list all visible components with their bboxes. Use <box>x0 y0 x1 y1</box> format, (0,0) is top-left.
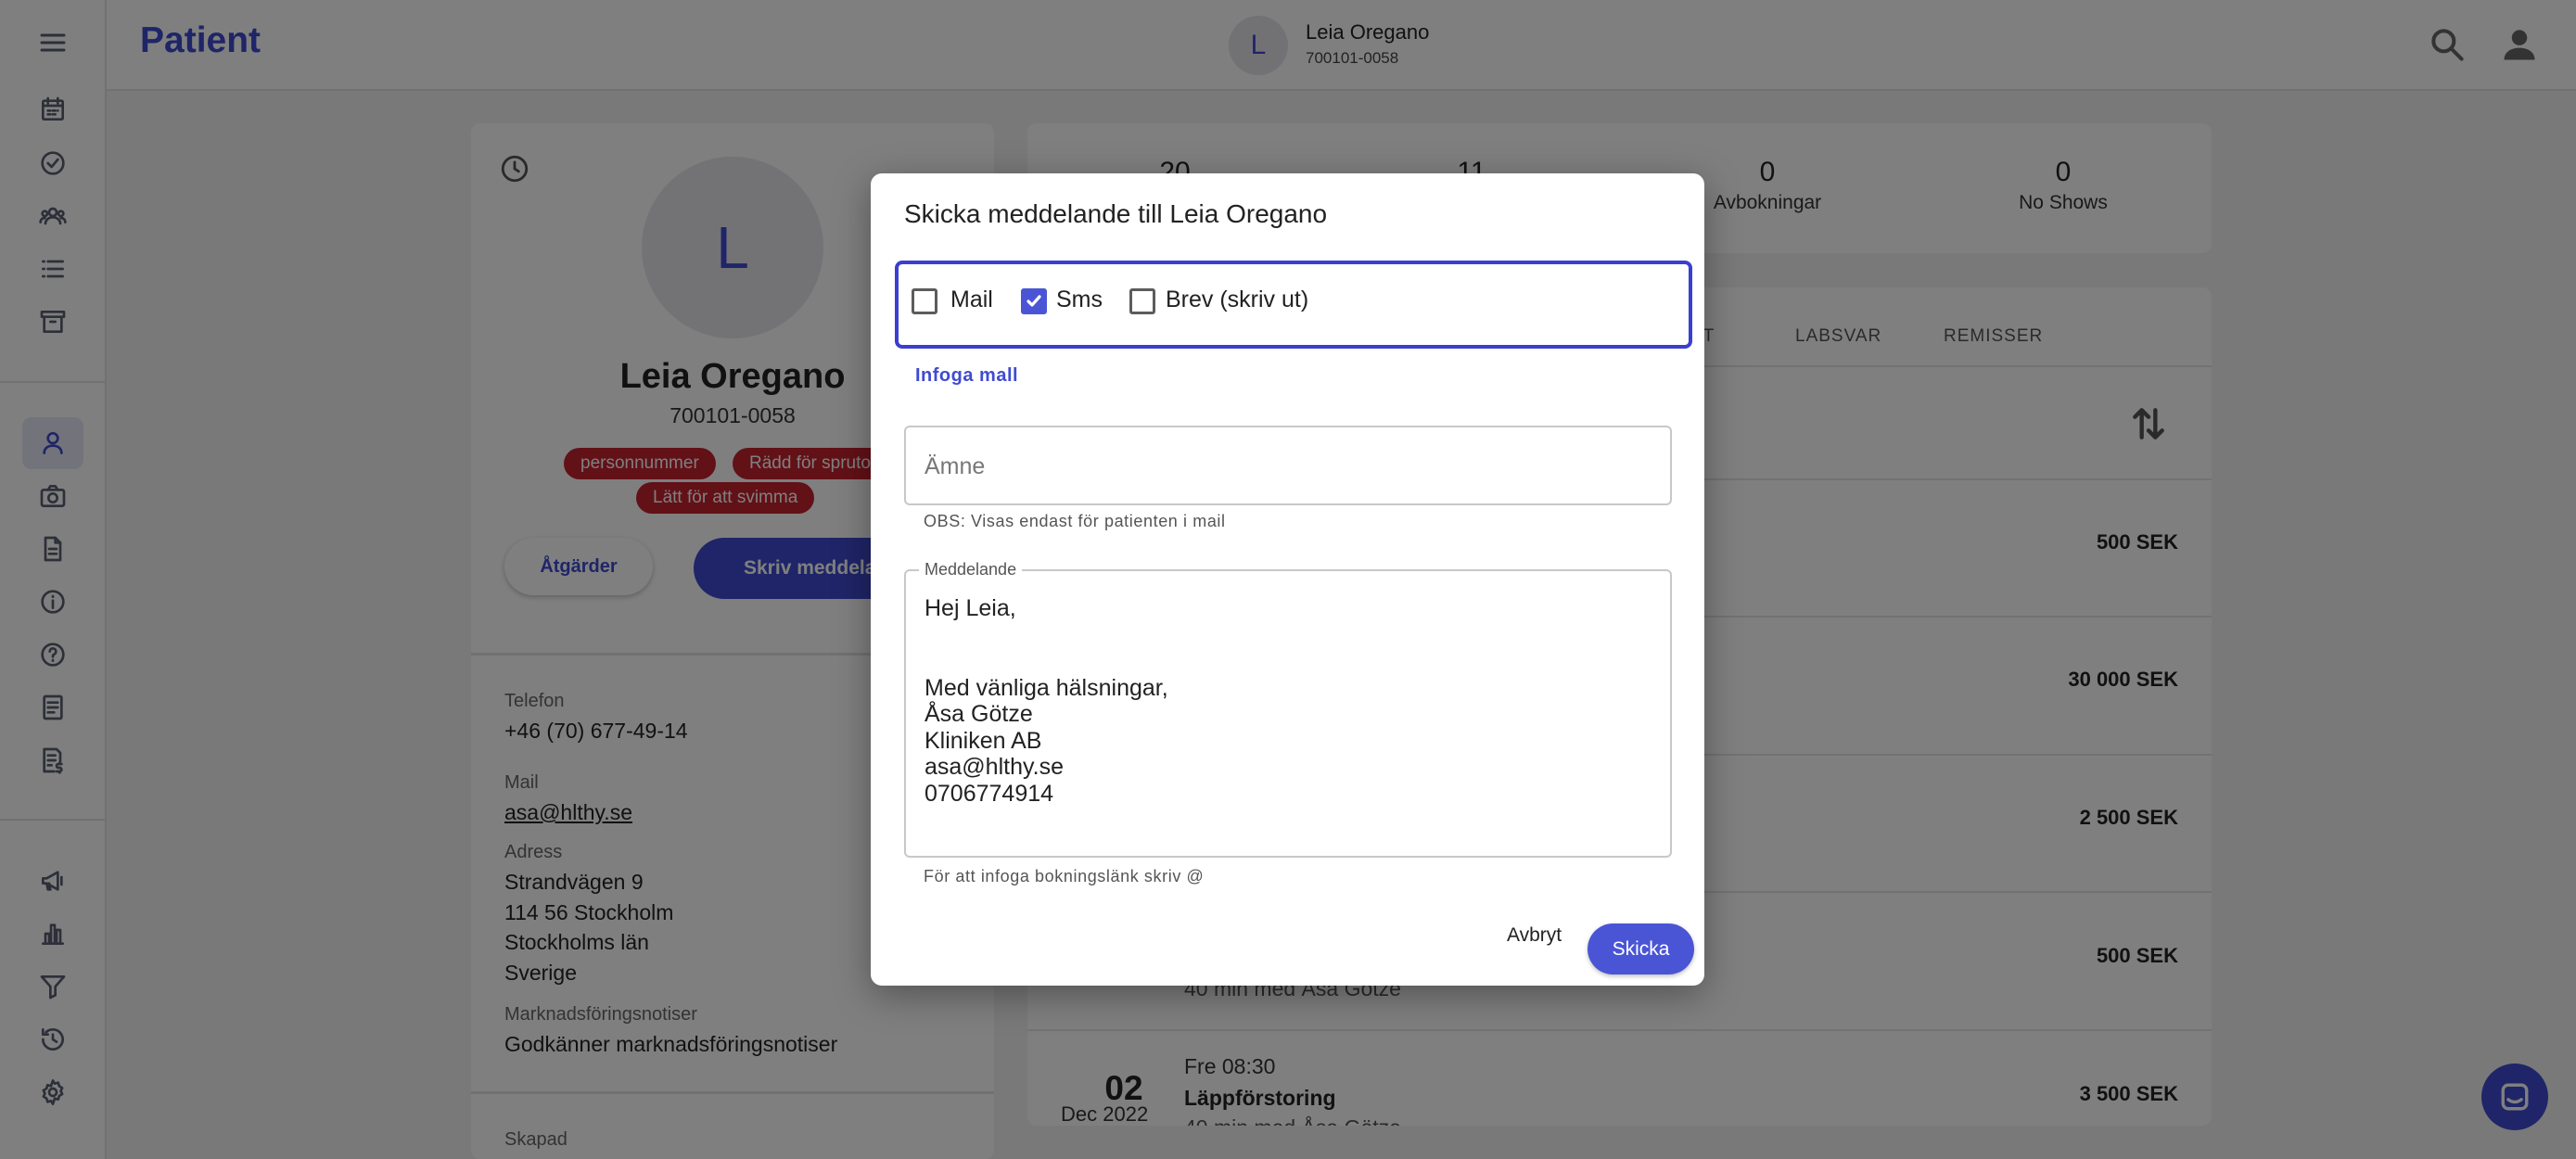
channel-selector: Mail Sms Brev (skriv ut) <box>895 261 1692 349</box>
subject-input[interactable] <box>925 448 1648 485</box>
message-helper-text: För att infoga bokningslänk skriv @ <box>924 867 1205 885</box>
send-button[interactable]: Skicka <box>1588 923 1694 974</box>
cancel-button[interactable]: Avbryt <box>1496 915 1573 956</box>
letter-checkbox[interactable] <box>1129 288 1155 314</box>
message-textarea[interactable]: Hej Leia, Med vänliga hälsningar, Åsa Gö… <box>925 595 1648 807</box>
letter-checkbox-label[interactable]: Brev (skriv ut) <box>1166 287 1308 313</box>
send-message-dialog: Skicka meddelande till Leia Oregano Mail… <box>871 173 1704 986</box>
sms-checkbox[interactable] <box>1021 288 1047 314</box>
check-icon <box>1027 295 1041 307</box>
mail-checkbox-label[interactable]: Mail <box>950 287 993 313</box>
subject-helper-text: OBS: Visas endast för patienten i mail <box>924 512 1226 530</box>
message-label: Meddelande <box>919 560 1023 580</box>
message-field[interactable]: Meddelande Hej Leia, Med vänliga hälsnin… <box>904 560 1672 858</box>
dialog-title: Skicka meddelande till Leia Oregano <box>904 199 1328 228</box>
insert-template-button[interactable]: Infoga mall <box>915 365 1018 387</box>
sms-checkbox-label[interactable]: Sms <box>1056 287 1103 313</box>
subject-field[interactable] <box>904 426 1672 505</box>
mail-checkbox[interactable] <box>912 288 937 314</box>
